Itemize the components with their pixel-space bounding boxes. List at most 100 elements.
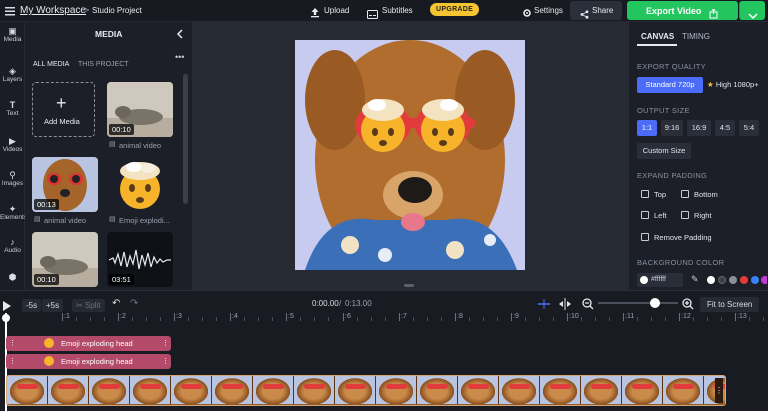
collapse-panel-icon[interactable] (175, 27, 185, 39)
export-video-button[interactable]: Export Video (627, 1, 738, 20)
clip-label: Emoji exploding head (61, 357, 133, 366)
remove-padding-checkbox[interactable]: Remove Padding (641, 233, 712, 242)
quality-standard-720p[interactable]: Standard 720p (637, 77, 703, 93)
rail-videos[interactable]: ▶ Videos (0, 136, 25, 153)
padding-bottom-checkbox[interactable]: Bottom (681, 190, 718, 199)
export-options-button[interactable] (739, 1, 765, 20)
play-icon[interactable] (2, 298, 12, 311)
skip-forward-button[interactable]: +5s (42, 299, 64, 312)
share-button[interactable]: Share (570, 1, 622, 20)
custom-size-button[interactable]: Custom Size (637, 143, 691, 159)
ruler-minor-tick (371, 317, 372, 321)
split-button[interactable]: ✂ Split (72, 299, 105, 312)
zoom-slider[interactable] (598, 298, 678, 308)
tab-this-project[interactable]: THIS PROJECT (78, 61, 129, 68)
rail-media[interactable]: ▣ Media (0, 26, 25, 43)
padding-label: Top (654, 190, 667, 199)
swatch-dark[interactable] (718, 276, 726, 284)
size-16-9[interactable]: 16:9 (687, 120, 711, 136)
undo-icon[interactable]: ↶ (112, 298, 120, 309)
gear-icon (522, 5, 532, 17)
rail-images[interactable]: ⚲ Images (0, 170, 25, 187)
tab-timing[interactable]: TIMING (682, 32, 710, 41)
background-color-label: BACKGROUND COLOR (637, 258, 725, 267)
media-tile-audio[interactable]: 03:51 (107, 232, 173, 287)
zoom-slider-thumb[interactable] (650, 298, 660, 308)
rail-text[interactable]: T Text (0, 100, 25, 117)
project-title[interactable]: Studio Project (92, 6, 142, 15)
redo-icon[interactable]: ↷ (130, 298, 138, 309)
upload-button[interactable]: Upload (324, 6, 349, 15)
padding-label: Bottom (694, 190, 718, 199)
scissors-icon: ✂ (76, 301, 83, 310)
clip-handle-right[interactable]: ⋮ (162, 339, 169, 347)
ruler-minor-tick (328, 317, 329, 321)
background-color-field[interactable]: #ffffff (637, 273, 683, 287)
swatch-blue[interactable] (751, 276, 759, 284)
rail-layers[interactable]: ◈ Layers (0, 66, 25, 83)
media-tile-seal-1[interactable]: 00:10 (107, 82, 173, 137)
clip-emoji-2[interactable]: ⋮ Emoji exploding head ⋮ (6, 354, 171, 369)
video-preview[interactable] (295, 40, 525, 270)
padding-top-checkbox[interactable]: Top (641, 190, 666, 199)
workspace-link[interactable]: My Workspace (20, 5, 86, 16)
size-4-5[interactable]: 4:5 (715, 120, 735, 136)
clip-handle-right[interactable]: ⋮ (715, 378, 723, 403)
clip-handle-right[interactable]: ⋮ (162, 357, 169, 365)
ruler-tick-label: :10 (569, 313, 579, 320)
tool-rail: ▣ Media ◈ Layers T Text ▶ Videos ⚲ Image… (0, 22, 27, 290)
ruler-minor-tick (146, 317, 147, 321)
filmstrip-frame (458, 376, 499, 404)
quality-high-1080p[interactable]: ★ High 1080p+ (707, 77, 768, 93)
filmstrip-frame (212, 376, 253, 404)
playhead-handle[interactable] (2, 314, 10, 322)
rail-elements[interactable]: ✦ Elements (0, 204, 27, 221)
swatch-purple[interactable] (761, 276, 767, 284)
eyedropper-icon[interactable]: ✎ (691, 274, 699, 285)
menu-icon[interactable] (4, 4, 16, 16)
rail-audio[interactable]: ♪ Audio (0, 237, 25, 254)
rail-layers-label: Layers (2, 76, 23, 83)
settings-button[interactable]: Settings (534, 6, 563, 15)
ruler-minor-tick (721, 317, 722, 321)
rail-more[interactable]: ⬢ (0, 272, 25, 282)
padding-left-checkbox[interactable]: Left (641, 211, 667, 220)
split-view-icon[interactable] (558, 297, 572, 310)
tab-canvas[interactable]: CANVAS (641, 32, 674, 41)
ruler-minor-tick (357, 317, 358, 321)
skip-back-button[interactable]: -5s (22, 299, 42, 312)
frame-glasses (222, 384, 243, 389)
tab-all-media[interactable]: ALL MEDIA (33, 61, 69, 68)
ruler-minor-tick (553, 317, 554, 321)
upgrade-button[interactable]: UPGRADE (430, 3, 480, 16)
clip-handle-left[interactable]: ⋮ (9, 339, 16, 347)
fit-to-screen-button[interactable]: Fit to Screen (700, 297, 760, 312)
media-scrollbar[interactable] (183, 74, 188, 204)
expand-padding-label: EXPAND PADDING (637, 171, 708, 180)
swatch-white[interactable] (707, 276, 715, 284)
media-tile-seal-2[interactable]: 00:10 (32, 232, 98, 287)
subtitles-button[interactable]: Subtitles (382, 6, 413, 15)
zoom-out-icon[interactable] (582, 297, 594, 310)
add-media-button[interactable]: + Add Media (32, 82, 95, 137)
checkbox-box (681, 190, 689, 198)
timeline-ruler[interactable] (0, 312, 768, 324)
size-9-16[interactable]: 9:16 (661, 120, 683, 136)
ruler-tick (343, 313, 344, 321)
resize-handle[interactable] (404, 284, 414, 287)
zoom-in-icon[interactable] (682, 297, 694, 310)
ruler-minor-tick (693, 317, 694, 321)
padding-right-checkbox[interactable]: Right (681, 211, 712, 220)
media-tile-dog[interactable]: 00:13 (32, 157, 98, 212)
properties-panel: CANVAS TIMING EXPORT QUALITY Standard 72… (628, 22, 768, 290)
snap-icon[interactable] (537, 297, 551, 309)
clip-emoji-1[interactable]: ⋮ Emoji exploding head ⋮ (6, 336, 171, 351)
media-tile-emoji[interactable] (107, 157, 173, 212)
clip-handle-left[interactable]: ⋮ (9, 357, 16, 365)
size-5-4[interactable]: 5:4 (739, 120, 759, 136)
size-1-1[interactable]: 1:1 (637, 120, 657, 136)
video-track-clip[interactable]: ⋮ (6, 375, 726, 406)
swatch-red[interactable] (740, 276, 748, 284)
more-options-icon[interactable]: ••• (175, 52, 184, 62)
swatch-gray[interactable] (729, 276, 737, 284)
